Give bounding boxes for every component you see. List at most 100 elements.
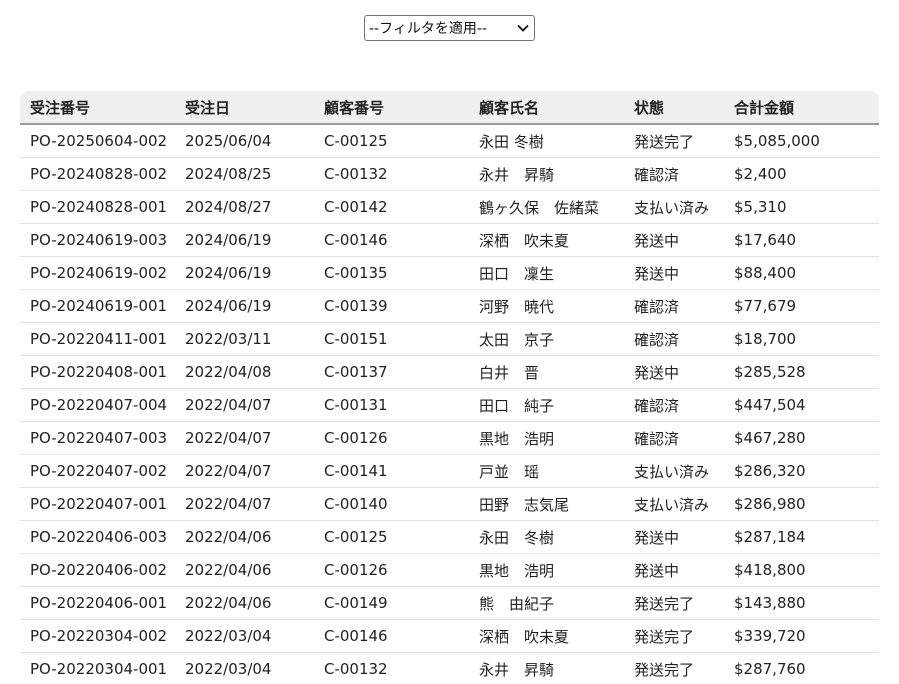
customer-number-cell: C-00132 xyxy=(314,157,469,191)
status-cell: 確認済 xyxy=(624,289,724,323)
status-cell: 発送中 xyxy=(624,223,724,257)
customer-name-cell: 白井 晋 xyxy=(469,355,624,389)
table-row[interactable]: PO-20220407-004 2022/04/07 C-00131 田口 純子 確認済… xyxy=(20,388,879,422)
customer-number-cell: C-00131 xyxy=(314,388,469,422)
status-cell: 確認済 xyxy=(624,157,724,191)
customer-name-cell: 黒地 浩明 xyxy=(469,553,624,587)
column-header-customer-name[interactable]: 顧客氏名 xyxy=(469,91,624,125)
table-row[interactable]: PO-20240619-001 2024/06/19 C-00139 河野 暁代 確認済… xyxy=(20,289,879,323)
status-cell: 確認済 xyxy=(624,322,724,356)
order-date-cell: 2022/03/11 xyxy=(175,322,314,356)
status-cell: 発送中 xyxy=(624,355,724,389)
customer-number-cell: C-00140 xyxy=(314,487,469,521)
order-date-cell: 2024/06/19 xyxy=(175,256,314,290)
order-number-cell: PO-20220406-002 xyxy=(20,553,175,587)
status-cell: 発送完了 xyxy=(624,586,724,620)
order-number-cell: PO-20220304-001 xyxy=(20,652,175,684)
status-cell: 支払い済み xyxy=(624,454,724,488)
status-cell: 発送完了 xyxy=(624,652,724,684)
filter-dropdown-wrap: --フィルタを適用-- xyxy=(364,15,535,41)
order-number-cell: PO-20220408-001 xyxy=(20,355,175,389)
column-header-customer-number[interactable]: 顧客番号 xyxy=(314,91,469,125)
total-amount-cell: $88,400 xyxy=(724,256,879,290)
customer-number-cell: C-00146 xyxy=(314,619,469,653)
customer-number-cell: C-00139 xyxy=(314,289,469,323)
table-row[interactable]: PO-20220407-003 2022/04/07 C-00126 黒地 浩明 確認済… xyxy=(20,421,879,455)
table-row[interactable]: PO-20220408-001 2022/04/08 C-00137 白井 晋発送中 $… xyxy=(20,355,879,389)
order-date-cell: 2022/04/07 xyxy=(175,487,314,521)
total-amount-cell: $286,320 xyxy=(724,454,879,488)
status-cell: 発送中 xyxy=(624,520,724,554)
filter-dropdown[interactable]: --フィルタを適用-- xyxy=(364,15,535,41)
total-amount-cell: $285,528 xyxy=(724,355,879,389)
order-number-cell: PO-20240619-003 xyxy=(20,223,175,257)
status-cell: 発送中 xyxy=(624,256,724,290)
status-cell: 発送中 xyxy=(624,553,724,587)
order-date-cell: 2024/06/19 xyxy=(175,223,314,257)
orders-table: 受注番号 受注日 顧客番号 顧客氏名 状態 合計金額 PO-20250604-0… xyxy=(20,91,879,684)
order-date-cell: 2022/03/04 xyxy=(175,619,314,653)
table-row[interactable]: PO-20240619-003 2024/06/19 C-00146 深栖 吹未夏 発送… xyxy=(20,223,879,257)
customer-number-cell: C-00132 xyxy=(314,652,469,684)
order-number-cell: PO-20240619-002 xyxy=(20,256,175,290)
total-amount-cell: $286,980 xyxy=(724,487,879,521)
table-row[interactable]: PO-20220406-001 2022/04/06 C-00149 熊 由紀子 発送完… xyxy=(20,586,879,620)
order-date-cell: 2022/04/07 xyxy=(175,454,314,488)
table-row[interactable]: PO-20240828-001 2024/08/27 C-00142 鶴ヶ久保 佐緒菜… xyxy=(20,190,879,224)
order-date-cell: 2022/04/08 xyxy=(175,355,314,389)
order-date-cell: 2025/06/04 xyxy=(175,124,314,158)
customer-number-cell: C-00141 xyxy=(314,454,469,488)
order-date-cell: 2024/06/19 xyxy=(175,289,314,323)
customer-name-cell: 田口 純子 xyxy=(469,388,624,422)
total-amount-cell: $467,280 xyxy=(724,421,879,455)
customer-name-cell: 深栖 吹未夏 xyxy=(469,619,624,653)
total-amount-cell: $143,880 xyxy=(724,586,879,620)
order-number-cell: PO-20220407-001 xyxy=(20,487,175,521)
order-number-cell: PO-20220407-002 xyxy=(20,454,175,488)
total-amount-cell: $287,184 xyxy=(724,520,879,554)
table-row[interactable]: PO-20250604-002 2025/06/04 C-00125 永田 冬樹 発送完… xyxy=(20,124,879,158)
customer-number-cell: C-00126 xyxy=(314,421,469,455)
order-date-cell: 2022/04/07 xyxy=(175,388,314,422)
status-cell: 発送完了 xyxy=(624,619,724,653)
total-amount-cell: $77,679 xyxy=(724,289,879,323)
order-number-cell: PO-20250604-002 xyxy=(20,124,175,158)
table-row[interactable]: PO-20220406-003 2022/04/06 C-00125 永田 冬樹 発送中… xyxy=(20,520,879,554)
order-number-cell: PO-20220407-004 xyxy=(20,388,175,422)
order-number-cell: PO-20220304-002 xyxy=(20,619,175,653)
table-row[interactable]: PO-20220406-002 2022/04/06 C-00126 黒地 浩明 発送中… xyxy=(20,553,879,587)
column-header-total-amount[interactable]: 合計金額 xyxy=(724,91,879,125)
customer-name-cell: 深栖 吹未夏 xyxy=(469,223,624,257)
column-header-order-number[interactable]: 受注番号 xyxy=(20,91,175,125)
table-row[interactable]: PO-20220411-001 2022/03/11 C-00151 太田 京子 確認済… xyxy=(20,322,879,356)
order-number-cell: PO-20220406-001 xyxy=(20,586,175,620)
customer-number-cell: C-00126 xyxy=(314,553,469,587)
table-row[interactable]: PO-20240619-002 2024/06/19 C-00135 田口 凜生 発送中… xyxy=(20,256,879,290)
order-date-cell: 2024/08/27 xyxy=(175,190,314,224)
table-row[interactable]: PO-20220407-001 2022/04/07 C-00140 田野 志気尾 支払… xyxy=(20,487,879,521)
table-row[interactable]: PO-20220407-002 2022/04/07 C-00141 戸並 瑶支払い済… xyxy=(20,454,879,488)
column-header-status[interactable]: 状態 xyxy=(624,91,724,125)
table-row[interactable]: PO-20220304-001 2022/03/04 C-00132 永井 昇騎 発送完… xyxy=(20,652,879,684)
customer-name-cell: 戸並 瑶 xyxy=(469,454,624,488)
order-number-cell: PO-20240828-002 xyxy=(20,157,175,191)
customer-number-cell: C-00146 xyxy=(314,223,469,257)
total-amount-cell: $5,085,000 xyxy=(724,124,879,158)
order-date-cell: 2022/04/07 xyxy=(175,421,314,455)
table-row[interactable]: PO-20240828-002 2024/08/25 C-00132 永井 昇騎 確認済… xyxy=(20,157,879,191)
table-row[interactable]: PO-20220304-002 2022/03/04 C-00146 深栖 吹未夏 発送… xyxy=(20,619,879,653)
status-cell: 支払い済み xyxy=(624,190,724,224)
status-cell: 発送完了 xyxy=(624,124,724,158)
customer-name-cell: 永田 冬樹 xyxy=(469,124,624,158)
order-number-cell: PO-20220406-003 xyxy=(20,520,175,554)
column-header-order-date[interactable]: 受注日 xyxy=(175,91,314,125)
order-number-cell: PO-20220411-001 xyxy=(20,322,175,356)
customer-name-cell: 鶴ヶ久保 佐緒菜 xyxy=(469,190,624,224)
customer-name-cell: 熊 由紀子 xyxy=(469,586,624,620)
customer-number-cell: C-00125 xyxy=(314,520,469,554)
customer-name-cell: 田野 志気尾 xyxy=(469,487,624,521)
page: --フィルタを適用-- 受注番号 受注日 顧客番号 顧客氏名 状態 合計金額 P… xyxy=(0,0,899,684)
total-amount-cell: $418,800 xyxy=(724,553,879,587)
order-date-cell: 2024/08/25 xyxy=(175,157,314,191)
chevron-down-icon xyxy=(516,21,530,35)
